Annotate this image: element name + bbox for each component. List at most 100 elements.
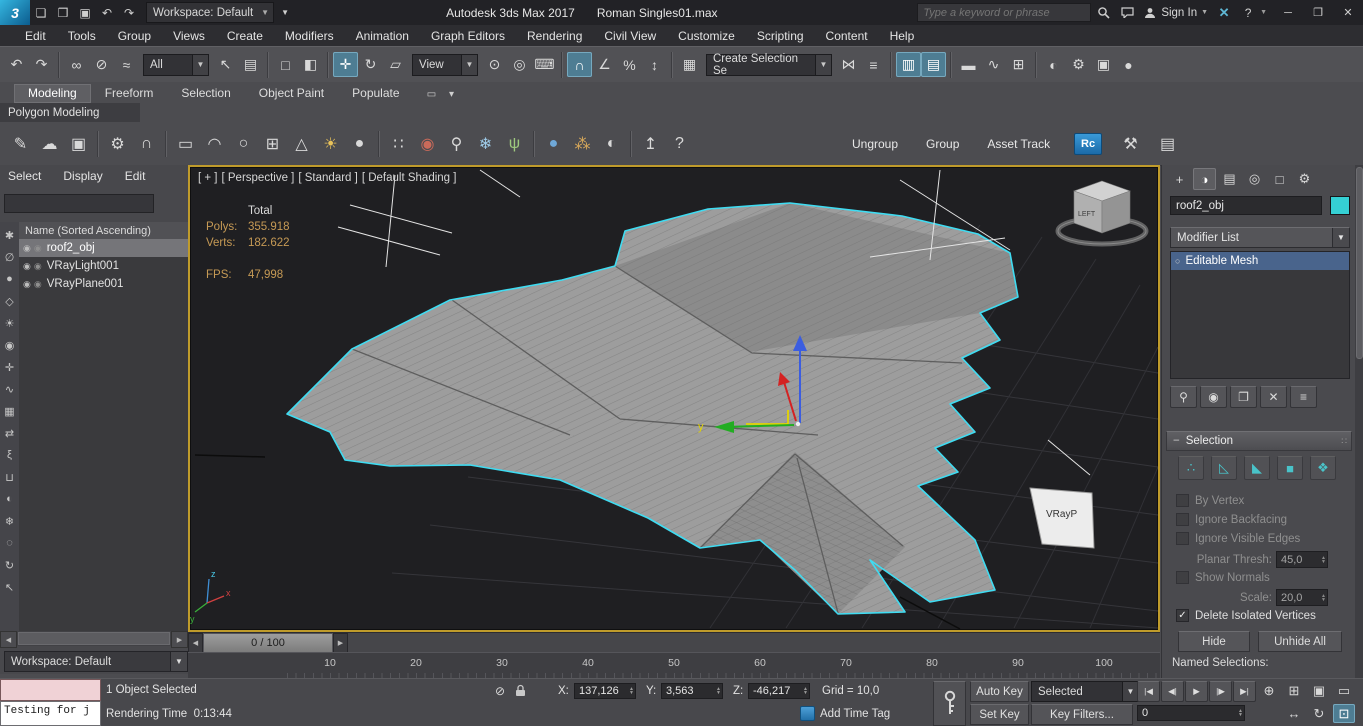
checkbox-row[interactable]: Ignore Visible Edges (1176, 532, 1300, 545)
menu-item[interactable]: Help (879, 25, 926, 46)
explorer-search-input[interactable] (4, 194, 154, 213)
communication-icon[interactable] (1115, 2, 1139, 24)
pin-stack-icon[interactable]: ⚲ (1170, 386, 1197, 408)
visibility-icon[interactable] (34, 278, 47, 290)
undo-quick-icon[interactable]: ↶ (96, 2, 118, 24)
viewcube[interactable]: LEFT (1055, 180, 1149, 247)
display-all-icon[interactable]: ✱ (1, 224, 18, 246)
select-and-manipulate-icon[interactable]: ◎ (507, 52, 532, 77)
select-and-scale-icon[interactable]: ▱ (383, 52, 408, 77)
selection-rollout-header[interactable]: − Selection ∷ (1166, 431, 1352, 451)
planar-thresh-field[interactable]: 45,0 ▲ ▼ (1276, 551, 1328, 568)
redo-quick-icon[interactable]: ↷ (118, 2, 140, 24)
color-dots-icon[interactable]: ⁂ (568, 130, 597, 159)
visibility-icon[interactable] (34, 242, 47, 254)
material-editor-icon[interactable]: ◐ (1041, 52, 1066, 77)
time-tag-icon[interactable] (800, 706, 815, 721)
vray-sphere-icon[interactable]: ◉ (413, 130, 442, 159)
display-helpers-icon[interactable]: ✛ (1, 356, 18, 378)
menu-item[interactable]: Content (815, 25, 879, 46)
visibility-icon[interactable] (34, 260, 47, 272)
modifier-list-dropdown[interactable]: Modifier List ▼ (1170, 227, 1350, 248)
polygon-modeling-panel-label[interactable]: Polygon Modeling (0, 103, 140, 122)
ribbon-tab[interactable]: Modeling (14, 84, 91, 103)
element-icon[interactable]: ❖ (1310, 456, 1336, 480)
material-ball-icon[interactable]: ◐ (597, 130, 626, 159)
close-button[interactable]: ✕ (1333, 0, 1363, 25)
asset-track-button[interactable]: Asset Track (987, 137, 1050, 151)
make-unique-icon[interactable]: ❐ (1230, 386, 1257, 408)
menu-item[interactable]: Create (216, 25, 274, 46)
list-item[interactable]: roof2_obj (19, 239, 188, 257)
wrench-icon[interactable]: ⚒ (1116, 130, 1145, 159)
zoom-all-icon[interactable]: ⊞ (1283, 681, 1305, 700)
display-materials-icon[interactable]: ◐ (1, 488, 18, 510)
open-file-icon[interactable]: ❒ (52, 2, 74, 24)
select-object-icon[interactable]: ↖ (213, 52, 238, 77)
create-selection-set-dropdown[interactable]: Create Selection Se ▼ (706, 53, 832, 77)
curve-editor-icon[interactable]: ∿ (981, 52, 1006, 77)
maximize-button[interactable]: ❐ (1303, 0, 1333, 25)
explorer-menu-item[interactable]: Select (8, 169, 53, 189)
select-and-rotate-icon[interactable]: ↻ (358, 52, 383, 77)
utilities-tab-icon[interactable]: ⚙ (1293, 168, 1316, 190)
select-and-move-icon[interactable]: ✛ (333, 52, 358, 77)
modifier-stack-row[interactable]: Editable Mesh (1171, 252, 1349, 270)
checkbox[interactable] (1176, 609, 1189, 622)
align-icon[interactable]: ≡ (861, 52, 886, 77)
display-xrefs-icon[interactable]: ⇄ (1, 422, 18, 444)
orbit-icon[interactable]: ↻ (1308, 704, 1330, 723)
maxscript-listener-line[interactable]: Testing for j (0, 701, 101, 726)
go-to-end-icon[interactable]: ▶| (1233, 681, 1256, 702)
magnet-icon[interactable]: ∩ (132, 130, 161, 159)
edge-icon[interactable]: ◺ (1211, 456, 1237, 480)
rc-button[interactable]: Rc (1074, 133, 1103, 155)
zoom-extents-icon[interactable]: ▣ (1308, 681, 1330, 700)
hide-button[interactable]: Hide (1178, 631, 1250, 652)
explorer-menu-item[interactable]: Display (63, 169, 114, 189)
zoom-icon[interactable]: ⊕ (1258, 681, 1280, 700)
perspective-viewport[interactable]: VRayP y LEFT z x y [+] [Perspective]… (188, 165, 1160, 632)
object-color-swatch[interactable] (1330, 196, 1350, 215)
menu-item[interactable]: Group (107, 25, 162, 46)
plane-primitive-icon[interactable]: ▭ (171, 130, 200, 159)
ribbon-chevron-icon[interactable]: ▾ (442, 85, 462, 103)
menu-item[interactable]: Civil View (593, 25, 667, 46)
spinner-snap-icon[interactable]: ↕ (642, 52, 667, 77)
help-circle-icon[interactable]: ? (665, 130, 694, 159)
key-filters-button[interactable]: Key Filters... (1031, 704, 1133, 725)
blue-sphere-icon[interactable]: ● (539, 130, 568, 159)
redo-icon[interactable]: ↷ (29, 52, 54, 77)
polygon-icon[interactable]: ■ (1277, 456, 1303, 480)
menu-item[interactable]: Scripting (746, 25, 815, 46)
vray-plane-object[interactable]: VRayP (1029, 487, 1095, 549)
previous-frame-slider-icon[interactable]: ◀ (188, 633, 203, 653)
rectangular-selection-region-icon[interactable]: □ (273, 52, 298, 77)
display-bones-icon[interactable]: ξ (1, 444, 18, 466)
maximize-viewport-icon[interactable]: ⊡ (1333, 704, 1355, 723)
ribbon-display-toggle-icon[interactable]: ▭ (422, 85, 442, 103)
mirror-icon[interactable]: ⋈ (836, 52, 861, 77)
sun-light-icon[interactable]: ☀ (316, 130, 345, 159)
set-keys-button[interactable] (933, 681, 966, 726)
keyword-search-icon[interactable] (1091, 2, 1115, 24)
scale-field[interactable]: 20,0 ▲ ▼ (1276, 589, 1328, 606)
menu-item[interactable]: Graph Editors (420, 25, 516, 46)
list-item[interactable]: VRayLight001 (19, 257, 188, 275)
isolate-selection-toggle-icon[interactable]: ⊘ (490, 682, 510, 700)
edit-named-selection-sets-icon[interactable]: ▦ (677, 52, 702, 77)
display-none-icon[interactable]: ∅ (1, 246, 18, 268)
scrollbar-thumb[interactable] (1356, 167, 1363, 359)
toggle-layer-explorer-icon[interactable]: ▤ (921, 52, 946, 77)
create-tab-icon[interactable]: + (1168, 168, 1191, 190)
viewport-label-segment[interactable]: [ Default Shading ] (362, 172, 457, 184)
unhide-all-button[interactable]: Unhide All (1258, 631, 1342, 652)
checkbox-row[interactable]: By Vertex (1176, 494, 1300, 507)
menu-item[interactable]: Rendering (516, 25, 593, 46)
remove-modifier-icon[interactable]: ✕ (1260, 386, 1287, 408)
menu-item[interactable]: Views (162, 25, 216, 46)
ribbon-tab[interactable]: Selection (167, 84, 244, 103)
grid-primitive-icon[interactable]: ⊞ (258, 130, 287, 159)
a360-x-icon[interactable]: ✕ (1212, 2, 1236, 24)
image-icon[interactable]: ▣ (64, 130, 93, 159)
